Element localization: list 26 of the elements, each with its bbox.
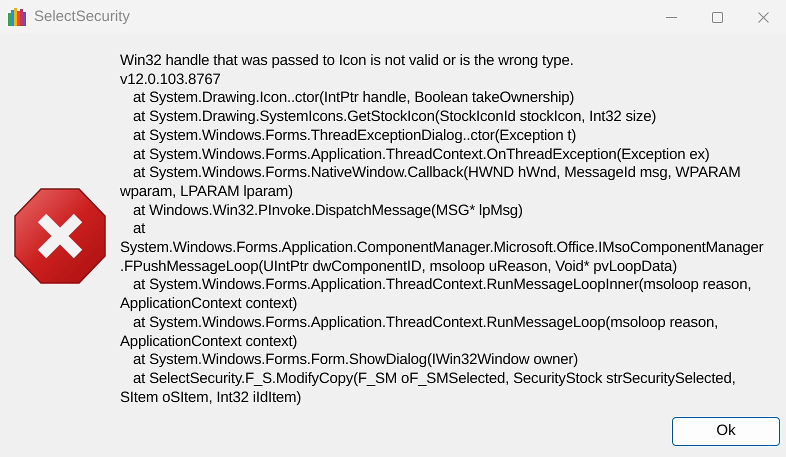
minimize-icon: [666, 16, 676, 18]
error-message-line: at Windows.Win32.PInvoke.DispatchMessage(MSG* lpMsg): [132, 202, 524, 220]
error-message-line: ApplicationContext context): [120, 295, 298, 314]
error-message-line: System.Windows.Forms.Application.ComponentManager.Microsoft.Office.IMsoComponentManager: [120, 239, 764, 258]
error-message-line: SItem oSItem, Int32 iIdItem): [120, 388, 302, 408]
maximize-icon: [712, 12, 722, 22]
error-message-line: at System.Drawing.Icon..ctor(IntPtr handle, Boolean takeOwnership): [132, 89, 576, 108]
error-message-line: at System.Windows.Forms.Application.ThreadContext.RunMessageLoop(msoloop reason,: [132, 314, 720, 333]
error-message-line: at: [132, 220, 146, 240]
error-message-line: ApplicationContext context): [120, 332, 298, 352]
error-message-line: Win32 handle that was passed to Icon is not valid or is the wrong type.: [120, 52, 575, 71]
error-message-line: at System.Windows.Forms.Application.ThreadContext.OnThreadException(Exception ex): [132, 146, 711, 164]
window-title: SelectSecurity: [34, 6, 130, 27]
error-message-line: at SelectSecurity.F_S.ModifyCopy(F_SM oF_SMSelected, SecurityStock strSecuritySelected,: [132, 370, 737, 389]
error-message-line: v12.0.103.8767: [120, 70, 222, 90]
error-message-line: at System.Windows.Forms.NativeWindow.Callback(HWND hWnd, MessageId msg, WPARAM: [132, 164, 742, 183]
app-logo-icon: [8, 8, 27, 26]
error-message-line: at System.Drawing.SystemIcons.GetStockIcon(StockIconId stockIcon, Int32 size): [132, 108, 658, 127]
error-message-line: at System.Windows.Forms.Application.ThreadContext.RunMessageLoopInner(msoloop reason,: [132, 276, 752, 296]
close-icon: [758, 12, 768, 22]
error-message-line: .FPushMessageLoop(UIntPtr dwComponentID, msoloop uReason, Void* pvLoopData): [120, 258, 678, 276]
error-message-line: at System.Windows.Forms.Form.ShowDialog(IWin32Window owner): [132, 351, 579, 370]
error-message-line: wparam, LPARAM lparam): [120, 182, 294, 202]
error-icon: [14, 188, 106, 284]
ok-button[interactable]: Ok: [672, 417, 780, 446]
error-message-line: at System.Windows.Forms.ThreadExceptionDialog..ctor(Exception t): [132, 126, 578, 146]
